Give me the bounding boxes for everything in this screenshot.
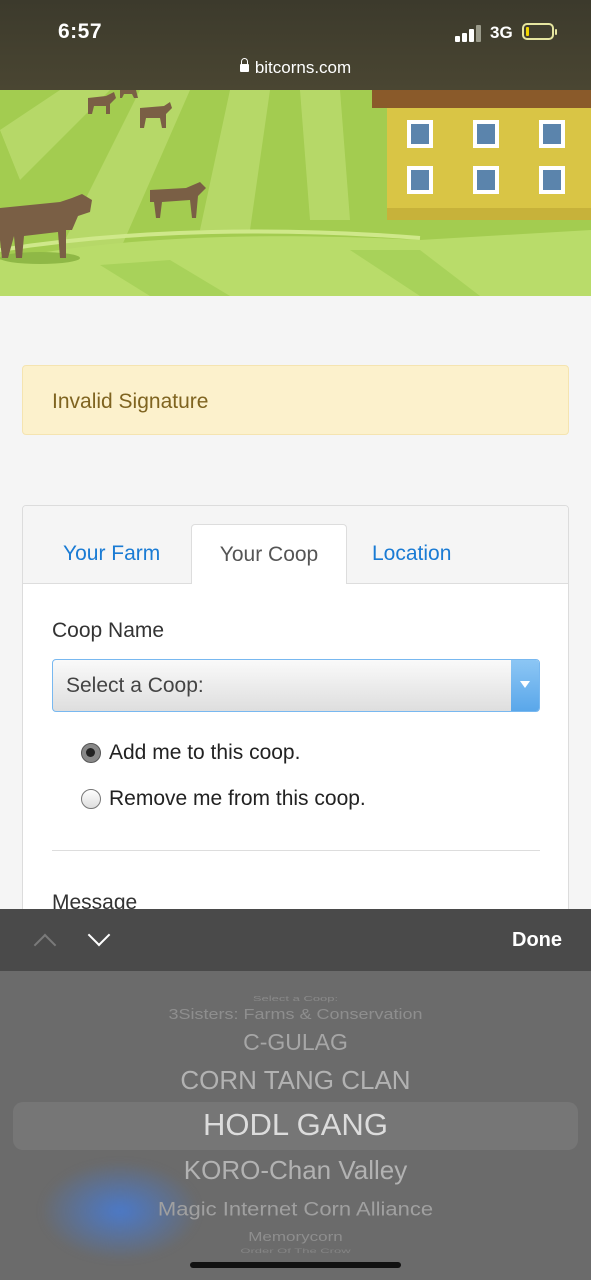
picker-item-selected[interactable]: HODL GANG [0,1107,591,1143]
picker-item[interactable]: KORO-Chan Valley [0,1155,591,1186]
tab-location[interactable]: Location [372,542,451,566]
picker-item[interactable]: Memorycorn [0,1230,591,1245]
radio-add-label: Add me to this coop. [109,741,301,764]
battery-icon [522,23,557,40]
lock-icon [239,58,249,72]
tab-strip: Your Farm Your Coop Location [23,506,568,584]
coop-select[interactable]: Select a Coop: [52,659,540,712]
tab-your-coop[interactable]: Your Coop [191,524,347,584]
done-button[interactable]: Done [512,929,562,952]
picker-item[interactable]: C-GULAG [0,1029,591,1056]
picker-item[interactable]: Order Of The Crow [0,1247,591,1255]
picker-item[interactable]: Magic Internet Corn Alliance [0,1197,591,1220]
chevron-up-icon[interactable] [33,933,57,957]
picker-item[interactable]: Select a Coop: [0,994,591,1002]
coop-name-label: Coop Name [52,619,165,642]
home-indicator[interactable] [190,1262,401,1268]
radio-remove-from-coop[interactable] [81,789,101,809]
chevron-down-icon [511,660,539,711]
signal-icon [455,24,483,42]
coop-form-card: Your Farm Your Coop Location Coop Name S… [22,505,569,925]
form-divider [52,850,540,851]
picker-item[interactable]: 3Sisters: Farms & Conservation [0,1006,591,1023]
farm-banner-illustration [0,90,591,296]
invalid-signature-alert: Invalid Signature [22,365,569,435]
chevron-down-icon[interactable] [87,923,111,947]
form-accessory-toolbar: Done [0,909,591,971]
coop-picker-wheel[interactable]: Select a Coop: 3Sisters: Farms & Conserv… [0,971,591,1280]
address-bar[interactable]: bitcorns.com [0,58,591,78]
alert-text: Invalid Signature [52,390,209,413]
tab-your-farm[interactable]: Your Farm [63,542,160,566]
status-time: 6:57 [58,20,103,43]
picker-item[interactable]: CORN TANG CLAN [0,1065,591,1096]
url-text: bitcorns.com [254,58,352,77]
coop-select-value: Select a Coop: [66,674,204,697]
radio-remove-label: Remove me from this coop. [109,787,366,810]
radio-add-to-coop[interactable] [81,743,101,763]
network-type: 3G [490,23,513,42]
browser-top-bar: 6:57 3G bitcorns.com [0,0,591,90]
